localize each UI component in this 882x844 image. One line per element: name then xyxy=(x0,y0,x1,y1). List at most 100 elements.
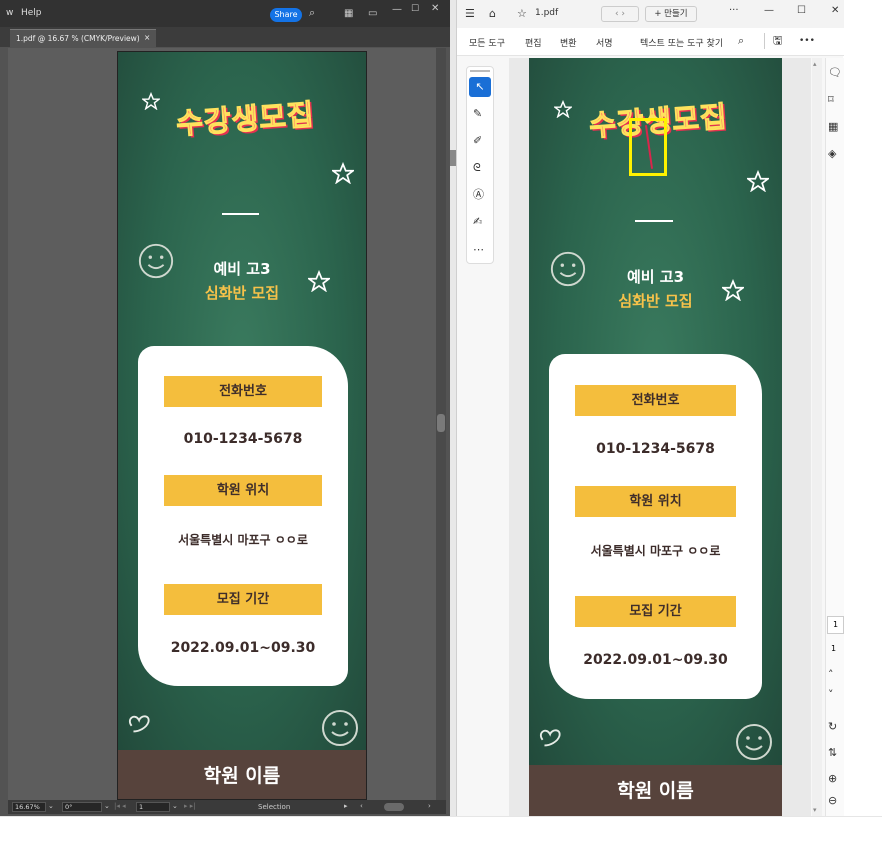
phone-label: 전화번호 xyxy=(575,385,736,416)
fit-page-icon[interactable]: ⇅ xyxy=(828,746,837,760)
menu-divider xyxy=(764,33,765,49)
star-doodle-icon xyxy=(747,170,769,192)
phone-value: 010-1234-5678 xyxy=(183,431,303,447)
page-number-field[interactable]: 1 xyxy=(827,616,844,634)
close-icon[interactable]: ✕ xyxy=(431,3,439,14)
phone-label: 전화번호 xyxy=(164,376,322,407)
text-field-icon[interactable]: Ⓐ xyxy=(473,188,484,202)
divider-line xyxy=(222,213,259,215)
poster-line-2: 심화반 모집 xyxy=(618,292,693,310)
star-doodle-icon xyxy=(142,92,160,110)
next-artboard-icon[interactable]: ▸ ▸| xyxy=(184,802,196,810)
acrobat-menubar: 모든 도구 편집 변환 서명 텍스트 또는 도구 찾기 ⌕ 🖫 ••• xyxy=(457,28,844,56)
menu-item-window[interactable]: w xyxy=(6,8,13,18)
desktop-bottom-strip xyxy=(0,816,882,844)
period-label: 모집 기간 xyxy=(575,596,736,627)
poster-footer: 학원 이름 xyxy=(529,765,782,816)
scroll-left-icon[interactable]: ‹ xyxy=(360,802,363,810)
vertical-scrollbar[interactable] xyxy=(436,48,446,800)
search-icon[interactable]: ⌕ xyxy=(738,34,744,48)
illustrator-window: w Help Share ⌕ ▦ ▭ — ☐ ✕ 1.pdf @ 16.67 %… xyxy=(0,0,450,816)
menu-item-help[interactable]: Help xyxy=(21,8,42,18)
menu-edit[interactable]: 편집 xyxy=(525,36,542,49)
workspace-icon[interactable]: ▭ xyxy=(368,8,377,19)
star-doodle-icon xyxy=(722,279,744,301)
hamburger-icon[interactable]: ☰ xyxy=(465,7,475,21)
menu-all-tools[interactable]: 모든 도구 xyxy=(469,36,505,49)
zoom-in-icon[interactable]: ⊕ xyxy=(828,772,837,786)
star-icon[interactable]: ☆ xyxy=(517,7,527,21)
artboard-number-field[interactable]: 1 xyxy=(136,802,170,812)
poster-line-1: 예비 고3 xyxy=(626,268,685,286)
create-button[interactable]: + 만들기 xyxy=(645,6,697,22)
horizontal-scroll-thumb[interactable] xyxy=(384,803,404,811)
scroll-right-icon[interactable]: › xyxy=(428,802,431,810)
back-forward-buttons[interactable]: ‹ › xyxy=(601,6,639,22)
poster-footer: 학원 이름 xyxy=(118,750,366,799)
more-tools-icon[interactable]: ⋯ xyxy=(473,243,484,257)
period-value: 2022.09.01~09.30 xyxy=(583,652,728,668)
phone-value: 010-1234-5678 xyxy=(596,441,715,457)
zoom-out-icon[interactable]: ⊖ xyxy=(828,794,837,808)
chevron-down-icon[interactable]: ⌄ xyxy=(104,802,110,810)
thumbnails-icon[interactable]: ▦ xyxy=(828,120,838,134)
chevron-down-icon[interactable]: ⌄ xyxy=(172,802,178,810)
more-menu-icon[interactable]: ••• xyxy=(799,36,815,46)
text-selection-box[interactable] xyxy=(629,118,667,176)
document-tab[interactable]: 1.pdf @ 16.67 % (CMYK/Preview) × xyxy=(10,29,156,47)
illustrator-statusbar: 16.67% ⌄ 0° ⌄ |◂ ◂ 1 ⌄ ▸ ▸| Selection ▸ … xyxy=(8,800,446,814)
document-tab-label: 1.pdf @ 16.67 % (CMYK/Preview) xyxy=(16,34,140,43)
heart-doodle-icon xyxy=(128,715,150,733)
share-button[interactable]: Share xyxy=(270,8,302,22)
star-doodle-icon xyxy=(308,270,330,292)
vertical-scrollbar[interactable]: ▴ ▾ xyxy=(812,58,822,816)
play-icon[interactable]: ▸ xyxy=(344,802,348,810)
smiley-icon xyxy=(736,724,772,760)
file-tab-label[interactable]: 1.pdf xyxy=(535,8,558,18)
rotate-view-select[interactable]: 0° xyxy=(62,802,102,812)
close-tab-icon[interactable]: × xyxy=(144,33,150,42)
menu-sign[interactable]: 서명 xyxy=(596,36,613,49)
smiley-icon xyxy=(322,710,358,746)
home-icon[interactable]: ⌂ xyxy=(489,7,496,21)
location-value: 서울특별시 마포구 ㅇㅇ로 xyxy=(590,544,721,558)
comment-panel-icon[interactable]: 🗨 xyxy=(828,66,842,80)
close-icon[interactable]: ✕ xyxy=(831,5,839,16)
select-arrow-icon[interactable]: ↖ xyxy=(469,77,491,97)
bookmark-icon[interactable]: ⌑ xyxy=(828,93,834,107)
layers-icon[interactable]: ◈ xyxy=(828,147,836,161)
stamp-icon[interactable]: ✍ xyxy=(473,215,482,229)
maximize-icon[interactable]: ☐ xyxy=(411,4,419,14)
pen-icon[interactable]: ✐ xyxy=(473,134,482,148)
minimize-icon[interactable]: — xyxy=(764,5,774,16)
heart-doodle-icon xyxy=(539,729,561,747)
maximize-icon[interactable]: ☐ xyxy=(797,5,806,16)
comment-icon[interactable]: ✎ xyxy=(473,107,482,121)
more-options-icon[interactable]: ··· xyxy=(729,5,739,16)
scrollbar-thumb[interactable] xyxy=(437,414,445,432)
page-total: 1 xyxy=(831,644,837,653)
acrobat-titlebar: ☰ ⌂ ☆ 1.pdf ‹ › + 만들기 ··· — ☐ ✕ xyxy=(457,0,844,28)
period-value: 2022.09.01~09.30 xyxy=(170,640,316,656)
find-tools-field[interactable]: 텍스트 또는 도구 찾기 xyxy=(640,36,723,49)
scroll-up-icon[interactable]: ▴ xyxy=(813,60,817,68)
arrange-documents-icon[interactable]: ▦ xyxy=(344,8,353,19)
scroll-down-icon[interactable]: ▾ xyxy=(813,806,817,814)
zoom-select[interactable]: 16.67% xyxy=(12,802,46,812)
first-artboard-icon[interactable]: |◂ ◂ xyxy=(114,802,126,810)
menu-convert[interactable]: 변환 xyxy=(560,36,577,49)
current-tool-label: Selection xyxy=(258,803,291,811)
star-doodle-icon xyxy=(554,100,572,118)
save-icon[interactable]: 🖫 xyxy=(773,34,782,48)
page-down-icon[interactable]: ˅ xyxy=(828,688,834,702)
chevron-down-icon[interactable]: ⌄ xyxy=(48,802,54,810)
location-value: 서울특별시 마포구 ㅇㅇ로 xyxy=(178,533,308,547)
lasso-icon[interactable]: ᘓ xyxy=(473,161,481,175)
page-up-icon[interactable]: ˄ xyxy=(828,668,834,682)
location-label: 학원 위치 xyxy=(164,475,322,506)
rotate-icon[interactable]: ↻ xyxy=(828,720,837,734)
minimize-icon[interactable]: — xyxy=(392,4,402,15)
search-icon[interactable]: ⌕ xyxy=(309,6,315,20)
poster-page: 수강생모집 예비 고3 심화반 모집 전화번호 010-1234-5678 학원… xyxy=(529,58,782,816)
acrobat-window: ☰ ⌂ ☆ 1.pdf ‹ › + 만들기 ··· — ☐ ✕ 모든 도구 편집… xyxy=(456,0,844,816)
